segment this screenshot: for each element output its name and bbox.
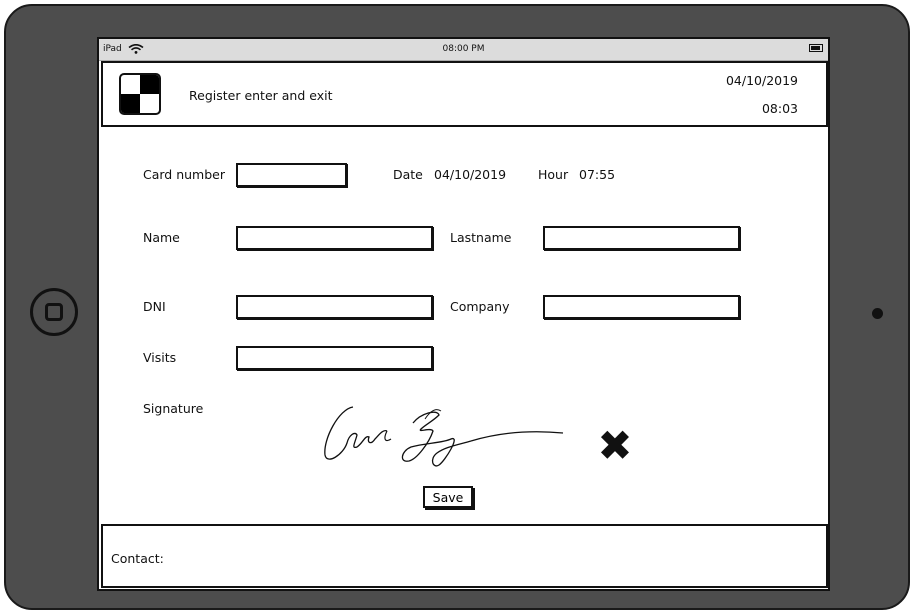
app-header: Register enter and exit 04/10/2019 08:03 [101, 61, 828, 127]
hour-value: 07:55 [579, 167, 616, 182]
status-bar: iPad 08:00 PM [99, 39, 828, 61]
name-input[interactable] [236, 226, 433, 250]
header-time: 08:03 [761, 101, 798, 116]
clear-signature-close-icon[interactable]: ✖ [595, 425, 635, 467]
battery-icon [809, 44, 823, 52]
date-value: 04/10/2019 [434, 167, 507, 182]
checkerboard-logo-icon [119, 73, 161, 115]
dni-label: DNI [143, 299, 166, 314]
company-label: Company [450, 299, 510, 314]
save-button[interactable]: Save [423, 486, 473, 508]
name-label: Name [143, 230, 180, 245]
home-button-icon[interactable] [30, 288, 78, 336]
lastname-label: Lastname [450, 230, 512, 245]
visits-input[interactable] [236, 346, 433, 370]
camera-icon [872, 308, 883, 319]
screen: iPad 08:00 PM Register enter and exit 04… [97, 37, 830, 591]
dni-input[interactable] [236, 295, 433, 319]
signature-pad[interactable] [321, 399, 565, 471]
contact-label: Contact: [111, 551, 164, 566]
page-title: Register enter and exit [189, 88, 333, 103]
date-label: Date [393, 167, 423, 182]
visits-label: Visits [143, 350, 177, 365]
signature-label: Signature [143, 401, 204, 416]
company-input[interactable] [543, 295, 740, 319]
footer: Contact: [101, 524, 828, 588]
header-date: 04/10/2019 [725, 73, 798, 88]
hour-label: Hour [538, 167, 569, 182]
card-number-input[interactable] [236, 163, 347, 187]
status-clock: 08:00 PM [442, 44, 485, 54]
lastname-input[interactable] [543, 226, 740, 250]
ipad-frame: iPad 08:00 PM Register enter and exit 04… [4, 4, 910, 610]
card-number-label: Card number [143, 167, 226, 182]
